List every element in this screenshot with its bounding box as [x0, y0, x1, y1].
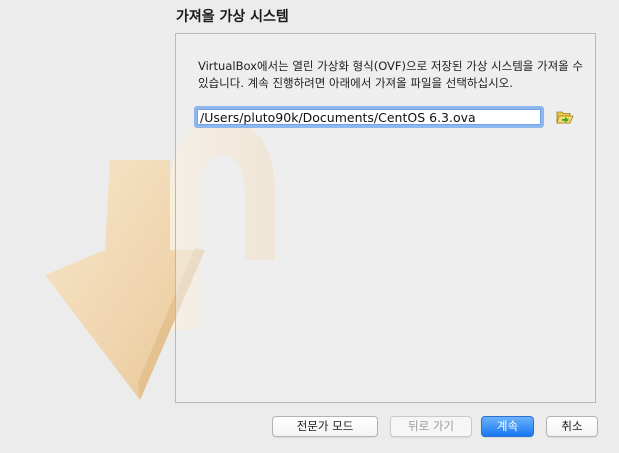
import-appliance-wizard: 가져올 가상 시스템 VirtualBox에서는 열린 가상화 형식(OVF)으…: [0, 0, 619, 453]
file-path-input[interactable]: [194, 106, 544, 128]
page-title: 가져올 가상 시스템: [176, 9, 289, 25]
folder-open-icon[interactable]: [556, 109, 574, 125]
content-panel: VirtualBox에서는 열린 가상화 형식(OVF)으로 저장된 가상 시스…: [175, 33, 596, 403]
instruction-text: VirtualBox에서는 열린 가상화 형식(OVF)으로 저장된 가상 시스…: [198, 59, 584, 90]
expert-mode-button[interactable]: 전문가 모드: [272, 416, 378, 437]
next-button[interactable]: 계속: [481, 416, 534, 437]
back-button[interactable]: 뒤로 가기: [390, 416, 472, 437]
cancel-button[interactable]: 취소: [546, 416, 598, 437]
